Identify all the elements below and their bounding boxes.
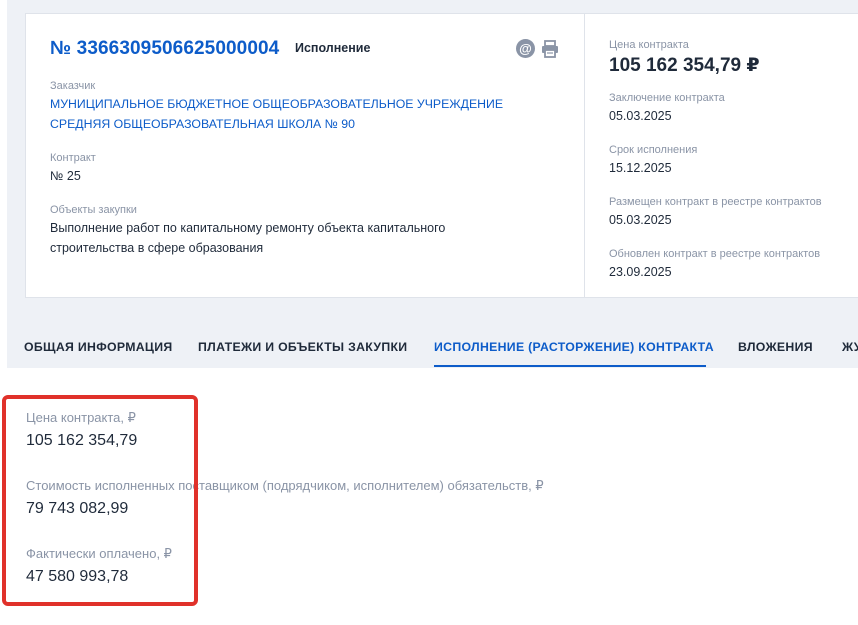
conclusion-label: Заключение контракта: [609, 92, 725, 104]
customer-line-2: СРЕДНЯЯ ОБЩЕОБРАЗОВАТЕЛЬНАЯ ШКОЛА № 90: [50, 117, 355, 131]
tab-bar: ОБЩАЯ ИНФОРМАЦИЯ ПЛАТЕЖИ И ОБЪЕКТЫ ЗАКУП…: [24, 326, 858, 368]
conclusion-value: 05.03.2025: [609, 109, 672, 123]
objects-value: Выполнение работ по капитальному ремонту…: [50, 218, 445, 258]
highlight-frame: [2, 395, 198, 606]
term-value: 15.12.2025: [609, 161, 672, 175]
tab-attachments[interactable]: ВЛОЖЕНИЯ: [738, 340, 813, 354]
card-divider: [584, 14, 585, 297]
price-value: 105 162 354,79 ₽: [609, 55, 760, 76]
objects-label: Объекты закупки: [50, 204, 137, 216]
contract-value: № 25: [50, 169, 81, 183]
contract-card: № 3366309506625000004 Исполнение @ Заказ…: [25, 13, 858, 298]
tab-journal[interactable]: ЖУ: [842, 340, 858, 354]
updated-value: 23.09.2025: [609, 265, 672, 279]
tab-execution[interactable]: ИСПОЛНЕНИЕ (РАСТОРЖЕНИЕ) КОНТРАКТА: [434, 340, 714, 354]
placed-label: Размещен контракт в реестре контрактов: [609, 196, 822, 208]
customer-line-1: МУНИЦИПАЛЬНОЕ БЮДЖЕТНОЕ ОБЩЕОБРАЗОВАТЕЛЬ…: [50, 97, 504, 111]
contract-label: Контракт: [50, 152, 96, 164]
placed-value: 05.03.2025: [609, 213, 672, 227]
printer-icon[interactable]: [540, 39, 560, 59]
customer-link[interactable]: МУНИЦИПАЛЬНОЕ БЮДЖЕТНОЕ ОБЩЕОБРАЗОВАТЕЛЬ…: [50, 94, 503, 134]
registry-number[interactable]: № 3366309506625000004: [50, 38, 279, 60]
price-label: Цена контракта: [609, 39, 689, 51]
term-label: Срок исполнения: [609, 144, 698, 156]
active-tab-indicator: [434, 365, 706, 367]
customer-label: Заказчик: [50, 80, 96, 92]
objects-line-1: Выполнение работ по капитальному ремонту…: [50, 221, 446, 235]
tab-general-info[interactable]: ОБЩАЯ ИНФОРМАЦИЯ: [24, 340, 172, 354]
status-badge: Исполнение: [295, 41, 371, 55]
objects-line-2: строительства в сфере образования: [50, 241, 264, 255]
tab-payments[interactable]: ПЛАТЕЖИ И ОБЪЕКТЫ ЗАКУПКИ: [198, 340, 407, 354]
updated-label: Обновлен контракт в реестре контрактов: [609, 248, 821, 260]
at-icon[interactable]: @: [516, 39, 535, 58]
